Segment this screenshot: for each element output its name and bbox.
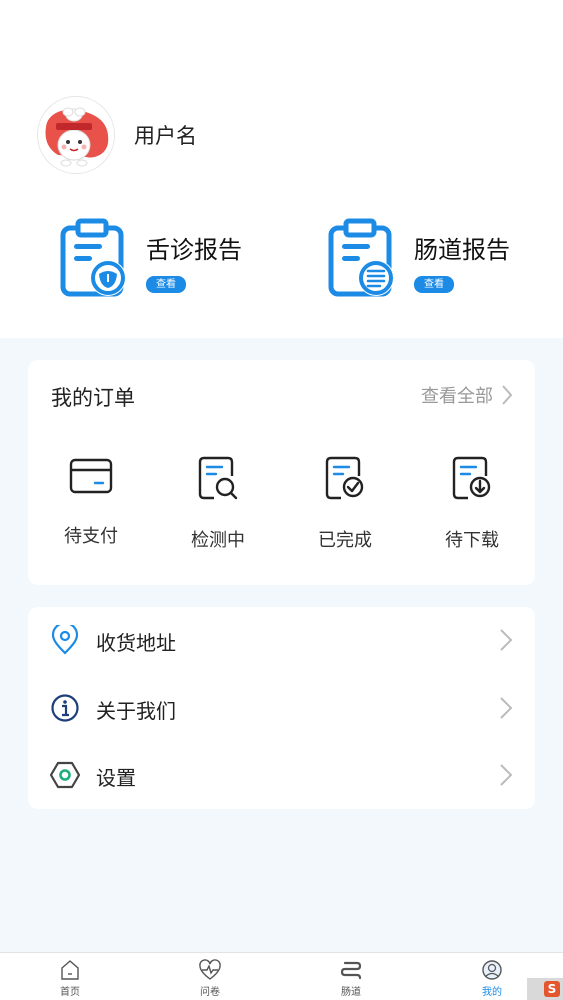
intestine-report-title: 肠道报告: [414, 236, 510, 264]
document-search-icon: [198, 456, 238, 500]
intestine-report-view-button[interactable]: 查看: [414, 276, 454, 293]
menu-item-settings-label: 设置: [96, 766, 136, 790]
tongue-report-view-button[interactable]: 查看: [146, 276, 186, 293]
order-to-download-label: 待下载: [445, 530, 499, 551]
tab-home[interactable]: 首页: [30, 959, 110, 998]
tongue-report-card[interactable]: 舌诊报告 查看: [58, 218, 288, 298]
home-icon: [61, 960, 79, 980]
tab-mine[interactable]: 我的: [452, 959, 532, 998]
order-testing-label: 检测中: [191, 530, 245, 551]
tab-questionnaire-label: 问卷: [200, 987, 220, 998]
tab-intestine[interactable]: 肠道: [311, 959, 391, 998]
location-pin-icon: [51, 625, 79, 655]
menu-item-shipping-address[interactable]: 收货地址: [28, 607, 535, 674]
document-download-icon: [452, 456, 491, 500]
menu-item-about-us-label: 关于我们: [96, 699, 176, 723]
order-completed[interactable]: 已完成: [295, 456, 395, 556]
view-all-orders-link[interactable]: 查看全部: [421, 382, 513, 408]
tongue-report-title: 舌诊报告: [146, 236, 242, 264]
chevron-right-icon: [500, 629, 513, 651]
order-to-download[interactable]: 待下载: [422, 456, 522, 556]
intestine-report-icon: [328, 218, 394, 297]
intestine-icon: [340, 961, 362, 980]
heart-pulse-icon: [199, 959, 221, 980]
order-completed-label: 已完成: [318, 530, 372, 551]
tab-intestine-label: 肠道: [341, 987, 361, 998]
hexagon-settings-icon: [50, 761, 80, 789]
tab-questionnaire[interactable]: 问卷: [170, 959, 250, 998]
menu-item-shipping-address-label: 收货地址: [96, 631, 176, 655]
username: 用户名: [134, 124, 197, 148]
info-icon: [51, 694, 79, 722]
avatar-mascot-image: [38, 97, 114, 173]
input-method-badge: S: [527, 978, 563, 1000]
document-check-icon: [325, 456, 364, 500]
menu-item-settings[interactable]: 设置: [28, 742, 535, 809]
tongue-report-icon: [60, 218, 126, 297]
intestine-report-card[interactable]: 肠道报告 查看: [326, 218, 556, 298]
bottom-tab-bar: 首页 问卷 肠道 我的: [0, 952, 563, 1000]
profile-header: 用户名 舌诊报告 查看 肠道报告 查看: [0, 0, 563, 338]
order-testing[interactable]: 检测中: [168, 456, 268, 556]
view-all-label: 查看全部: [421, 386, 493, 407]
order-pending-payment-label: 待支付: [64, 526, 118, 547]
tab-mine-label: 我的: [482, 987, 502, 998]
order-pending-payment[interactable]: 待支付: [41, 456, 141, 556]
chevron-right-icon: [500, 697, 513, 719]
tab-home-label: 首页: [60, 987, 80, 998]
profile-icon: [482, 960, 502, 980]
menu-item-about-us[interactable]: 关于我们: [28, 675, 535, 742]
sogou-logo-icon: S: [544, 981, 560, 997]
settings-menu-card: 收货地址 关于我们 设置: [28, 607, 535, 809]
avatar[interactable]: [37, 96, 115, 174]
orders-title: 我的订单: [51, 386, 135, 410]
my-orders-card: 我的订单 查看全部 待支付 检测中 已完成 待下载: [28, 360, 535, 585]
card-icon: [69, 458, 113, 494]
chevron-right-icon: [502, 385, 513, 405]
chevron-right-icon: [500, 764, 513, 786]
